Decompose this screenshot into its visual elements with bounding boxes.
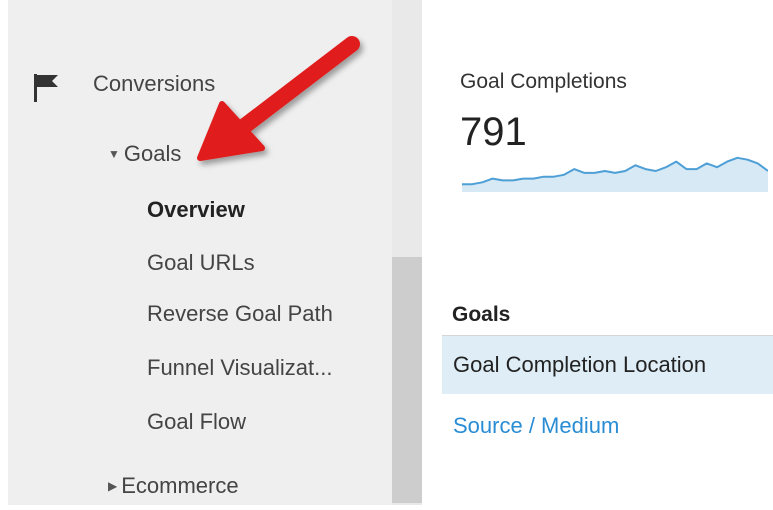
sidebar-item-goal-flow[interactable]: Goal Flow — [147, 409, 246, 435]
caret-down-icon: ▼ — [108, 147, 120, 161]
dimension-group-header: Goals — [452, 303, 511, 326]
metric-label: Goal Completions — [460, 70, 627, 93]
flag-icon — [34, 74, 58, 102]
metric-value: 791 — [460, 110, 527, 154]
sidebar-item-ecommerce-label: Ecommerce — [121, 473, 239, 498]
goal-completions-sparkline — [462, 156, 768, 192]
caret-right-icon: ▶ — [108, 479, 118, 493]
dimension-source-medium-link[interactable]: Source / Medium — [453, 413, 619, 439]
sidebar-item-overview[interactable]: Overview — [147, 197, 245, 223]
sidebar-item-ecommerce[interactable]: ▶ Ecommerce — [108, 473, 239, 499]
sidebar-item-goal-urls[interactable]: Goal URLs — [147, 250, 255, 276]
scrollbar-thumb[interactable] — [392, 257, 422, 503]
dimension-goal-completion-location[interactable]: Goal Completion Location — [442, 336, 773, 394]
sidebar-item-funnel-visualization[interactable]: Funnel Visualizat... — [147, 355, 332, 381]
sidebar-item-goals[interactable]: ▼ Goals — [108, 141, 181, 167]
sidebar-item-reverse-goal-path[interactable]: Reverse Goal Path — [147, 301, 333, 327]
sidebar-item-goals-label: Goals — [123, 141, 182, 166]
sparkline-area — [462, 157, 768, 192]
red-arrow-annotation — [197, 36, 360, 161]
